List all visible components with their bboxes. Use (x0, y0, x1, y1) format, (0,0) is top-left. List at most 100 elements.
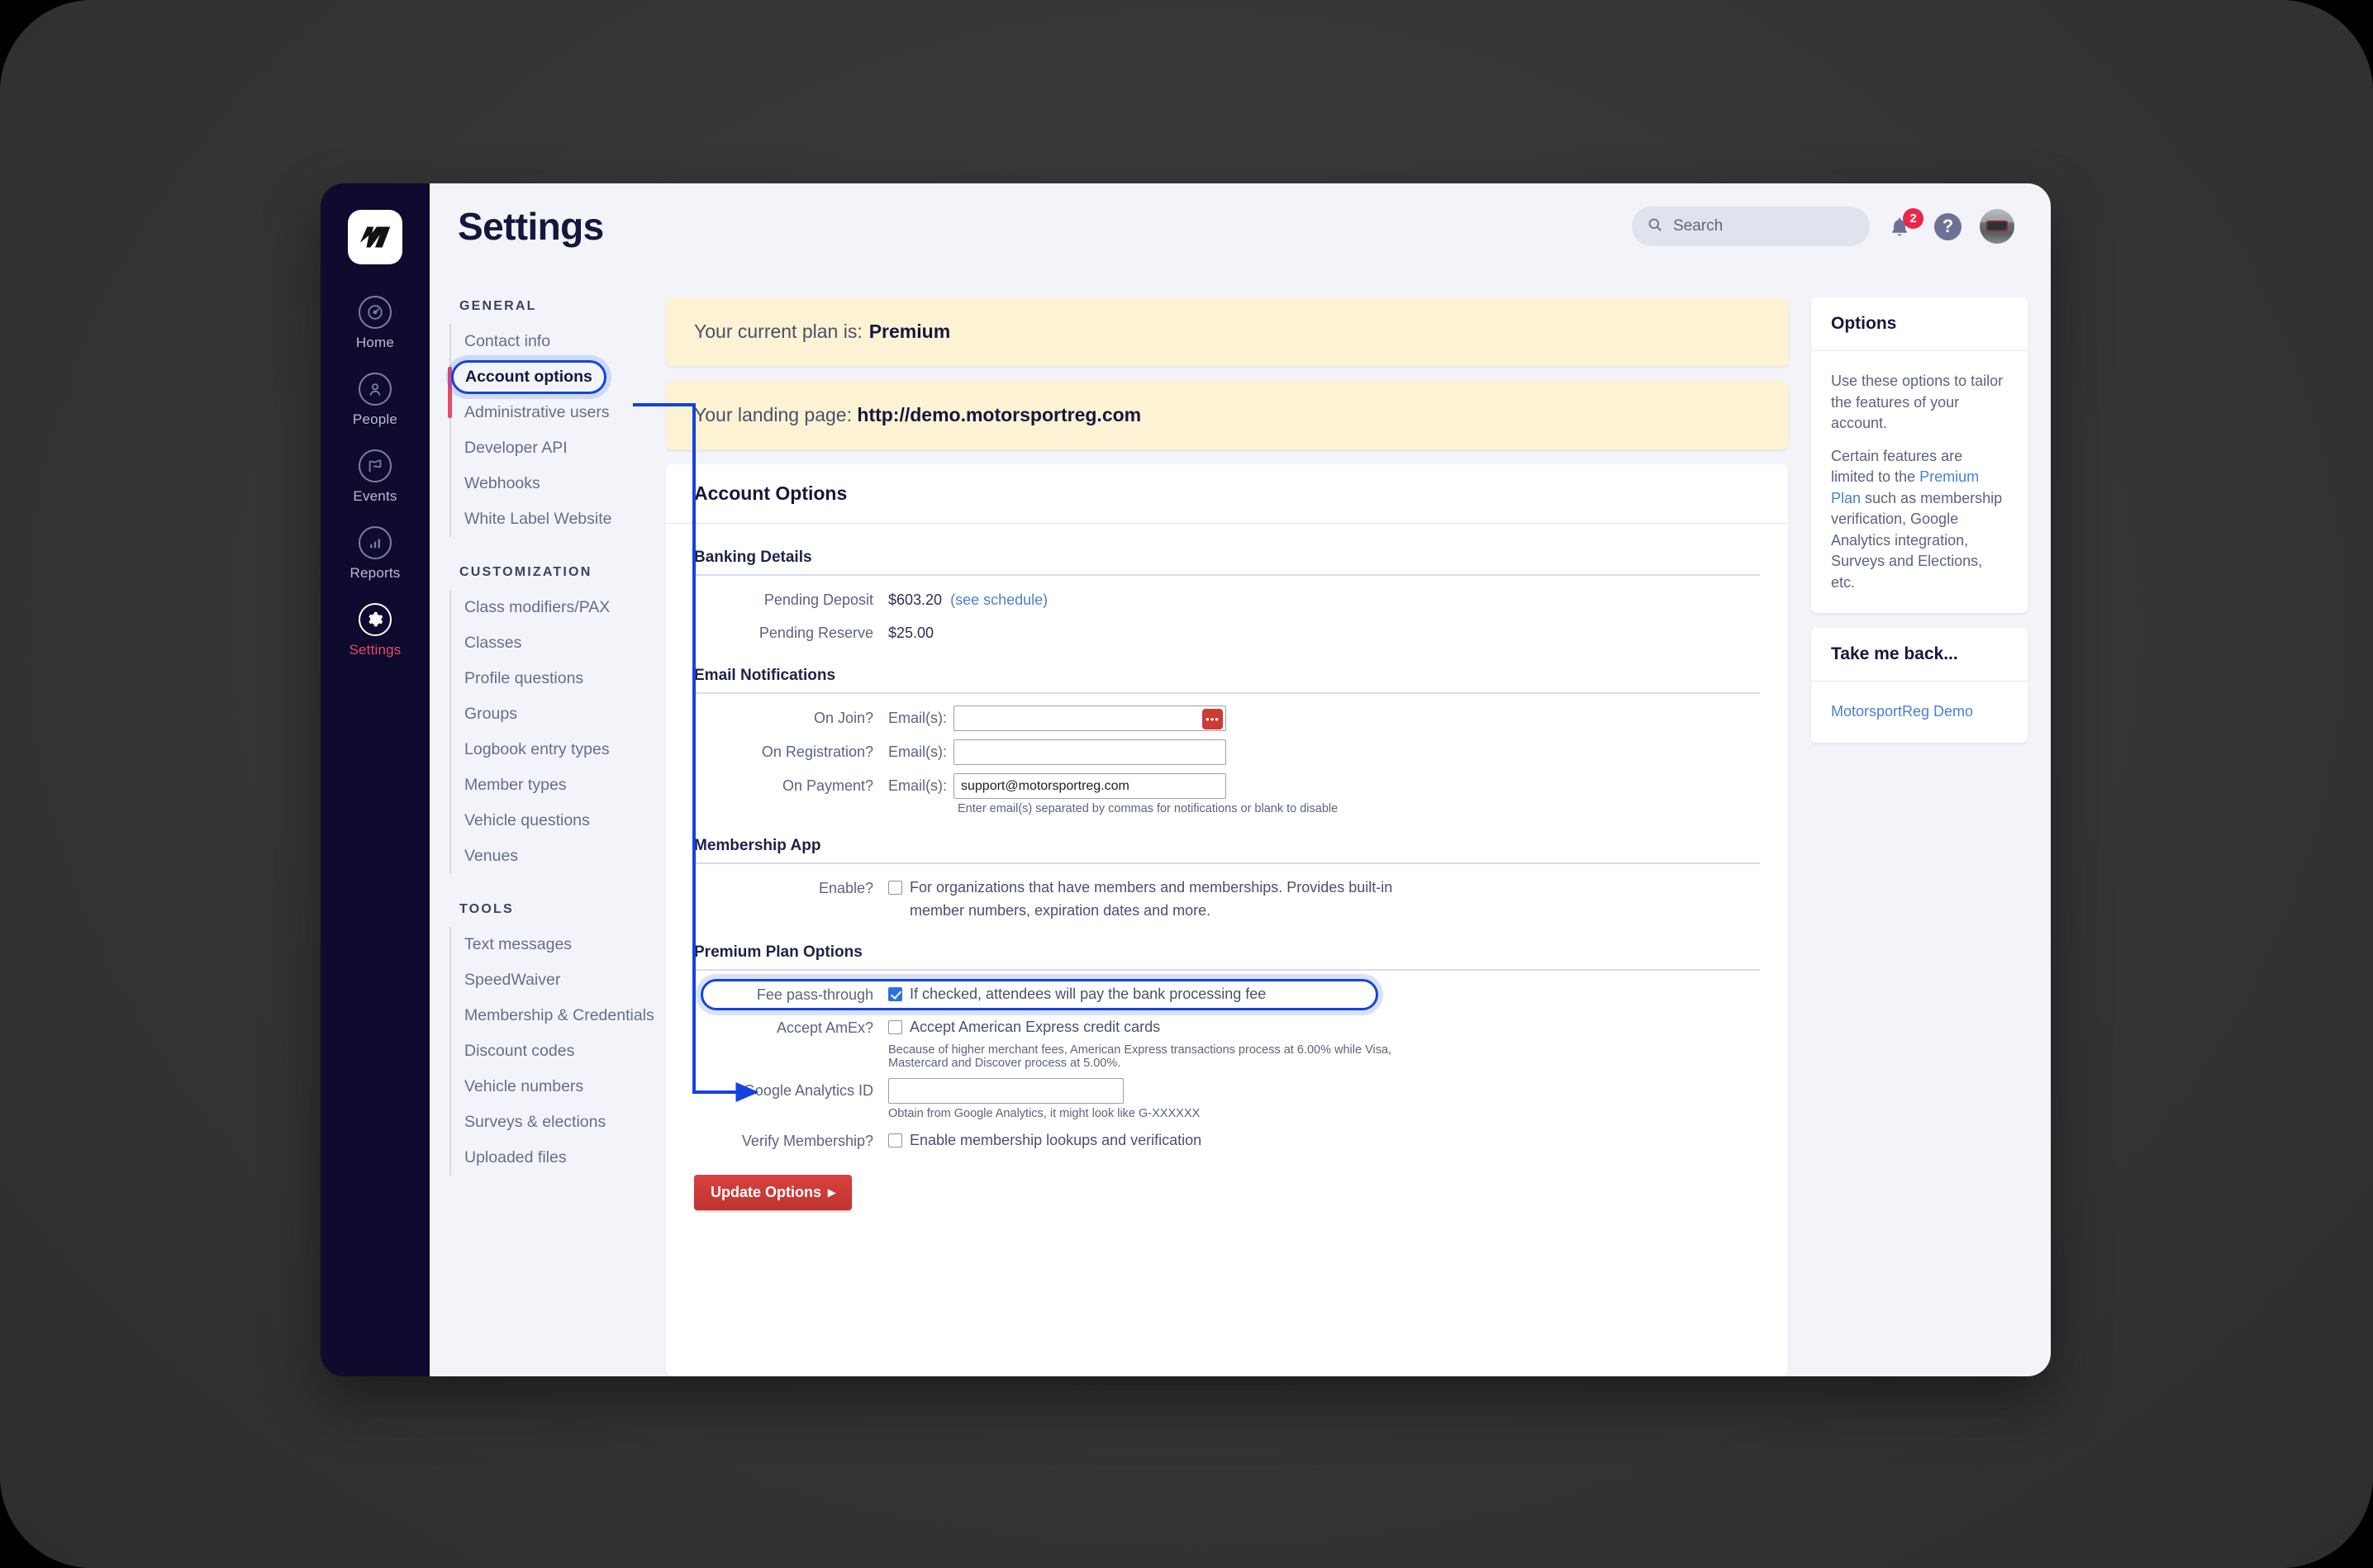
section-title-membership-app: Membership App (694, 837, 1760, 864)
sidebar-item-profile-questions[interactable]: Profile questions (451, 661, 646, 696)
row-google-analytics: Google Analytics ID (694, 1078, 1760, 1104)
sidebar-item-groups[interactable]: Groups (451, 696, 646, 732)
row-pending-reserve: Pending Reserve $25.00 (694, 620, 1760, 645)
landing-page-url[interactable]: http://demo.motorsportreg.com (857, 404, 1141, 425)
pending-reserve-label: Pending Reserve (759, 625, 873, 641)
rail-item-settings[interactable]: Settings (321, 603, 430, 658)
verify-membership-text: Enable membership lookups and verificati… (910, 1132, 1202, 1148)
sidebar-item-vehicle-questions[interactable]: Vehicle questions (451, 803, 646, 839)
options-help-card: Options Use these options to tailor the … (1811, 297, 2028, 614)
sidebar-item-developer-api[interactable]: Developer API (451, 430, 646, 466)
sidebar-item-classes[interactable]: Classes (451, 625, 646, 661)
nav-list-tools: Text messages SpeedWaiver Membership & C… (449, 927, 654, 1176)
google-analytics-helper-text: Obtain from Google Analytics, it might l… (888, 1107, 1201, 1120)
on-registration-label: On Registration? (761, 744, 873, 760)
sidebar-item-logbook-entry-types[interactable]: Logbook entry types (451, 732, 646, 767)
take-me-back-body: MotorsportReg Demo (1811, 682, 2028, 743)
rail-item-label: Home (355, 335, 395, 350)
highlight-account-options (451, 360, 606, 394)
bar-chart-icon (359, 526, 392, 559)
sidebar-item-contact-info[interactable]: Contact info (451, 324, 646, 359)
person-icon (359, 373, 392, 406)
section-title-email-notifications: Email Notifications (694, 667, 1760, 694)
nav-group-title-tools: TOOLS (459, 902, 514, 916)
row-on-join: On Join? Email(s): ••• (694, 706, 1760, 731)
search-input[interactable]: Search (1632, 207, 1870, 246)
rail-item-people[interactable]: People (321, 373, 430, 428)
sidebar-item-surveys-elections[interactable]: Surveys & elections (451, 1105, 646, 1140)
on-registration-email-input[interactable] (953, 739, 1226, 765)
sidebar-item-administrative-users[interactable]: Administrative users (451, 395, 646, 430)
content-area: GENERAL Contact info Account options Adm… (430, 269, 2051, 1376)
rail-item-reports[interactable]: Reports (321, 526, 430, 582)
on-join-label: On Join? (813, 710, 873, 726)
desktop-background: Home People Events Reports Settings Sett… (0, 0, 2373, 1568)
help-icon[interactable]: ? (1934, 212, 1962, 240)
google-analytics-input[interactable] (888, 1078, 1124, 1104)
motorsportreg-demo-link[interactable]: MotorsportReg Demo (1831, 703, 1973, 720)
row-amex-helper: Because of higher merchant fees, America… (694, 1042, 1760, 1070)
section-title-banking-details: Banking Details (694, 549, 1760, 576)
sidebar-item-vehicle-numbers[interactable]: Vehicle numbers (451, 1069, 646, 1105)
take-me-back-title: Take me back... (1811, 628, 2028, 682)
account-options-card: Account Options Banking Details Pending … (666, 464, 1788, 1376)
section-title-premium-plan-options: Premium Plan Options (694, 943, 1760, 971)
gear-icon (359, 603, 392, 636)
pending-deposit-value: $603.20 (888, 592, 943, 608)
main-panel: Your current plan is: Premium Your landin… (646, 269, 1811, 1376)
gauge-icon (359, 296, 392, 329)
sidebar-item-discount-codes[interactable]: Discount codes (451, 1033, 646, 1069)
on-payment-sublabel: Email(s): (888, 777, 947, 794)
accept-amex-label: Accept AmEx? (776, 1019, 873, 1036)
bell-icon (1888, 218, 1911, 242)
sidebar-item-class-modifiers-pax[interactable]: Class modifiers/PAX (451, 590, 646, 625)
nav-group-title-customization: CUSTOMIZATION (459, 565, 592, 579)
membership-enable-checkbox[interactable] (888, 881, 902, 895)
chevron-right-icon: ▸ (828, 1184, 836, 1200)
pending-reserve-value: $25.00 (888, 625, 934, 641)
sidebar-item-webhooks[interactable]: Webhooks (451, 466, 646, 501)
rail-item-events[interactable]: Events (321, 449, 430, 505)
on-join-email-input[interactable]: ••• (953, 706, 1226, 731)
row-verify-membership: Verify Membership? Enable membership loo… (694, 1128, 1760, 1153)
take-me-back-card: Take me back... MotorsportReg Demo (1811, 628, 2028, 744)
avatar[interactable] (1980, 209, 2014, 244)
sidebar-item-text-messages[interactable]: Text messages (451, 927, 646, 962)
rail-item-label: Reports (350, 565, 401, 581)
on-registration-sublabel: Email(s): (888, 744, 947, 760)
pending-deposit-label: Pending Deposit (763, 592, 873, 608)
app-header: Settings Search 2 ? (430, 183, 2051, 269)
motorsportreg-m-logo[interactable] (348, 210, 402, 264)
sidebar-item-member-types[interactable]: Member types (451, 767, 646, 803)
row-ga-helper: Obtain from Google Analytics, it might l… (694, 1105, 1760, 1120)
update-options-button[interactable]: Update Options ▸ (694, 1175, 853, 1210)
sidebar-item-white-label-website[interactable]: White Label Website (451, 501, 646, 537)
primary-nav-rail: Home People Events Reports Settings (321, 183, 430, 1376)
settings-nav: GENERAL Contact info Account options Adm… (430, 269, 654, 1376)
verify-membership-checkbox[interactable] (888, 1133, 902, 1147)
search-placeholder: Search (1673, 217, 1724, 235)
options-help-p2: Certain features are limited to the Prem… (1831, 446, 2008, 594)
accept-amex-checkbox[interactable] (888, 1020, 902, 1034)
sidebar-item-uploaded-files[interactable]: Uploaded files (451, 1140, 646, 1176)
notifications-button[interactable]: 2 (1888, 208, 1924, 242)
sidebar-item-venues[interactable]: Venues (451, 839, 646, 874)
verify-membership-label: Verify Membership? (741, 1133, 873, 1149)
rail-item-label: People (352, 411, 398, 427)
sidebar-item-membership-credentials[interactable]: Membership & Credentials (451, 998, 654, 1033)
landing-page-label: Your landing page: (694, 404, 852, 425)
rail-item-home[interactable]: Home (321, 296, 430, 351)
flag-icon (359, 449, 392, 482)
row-on-payment: On Payment? Email(s): support@motorsport… (694, 773, 1760, 799)
accept-amex-text: Accept American Express credit cards (910, 1019, 1161, 1035)
card-title: Account Options (666, 464, 1788, 524)
rail-item-label: Settings (349, 642, 402, 658)
account-options-form: Banking Details Pending Deposit $603.20 … (666, 524, 1788, 1235)
password-manager-icon[interactable]: ••• (1202, 709, 1223, 729)
sidebar-item-speedwaiver[interactable]: SpeedWaiver (451, 962, 646, 998)
google-analytics-label: Google Analytics ID (743, 1082, 873, 1099)
row-pending-deposit: Pending Deposit $603.20 (see schedule) (694, 587, 1760, 612)
see-schedule-link[interactable]: (see schedule) (950, 592, 1048, 608)
current-plan-label: Your current plan is: (694, 321, 863, 342)
on-payment-email-input[interactable]: support@motorsportreg.com (953, 773, 1226, 799)
